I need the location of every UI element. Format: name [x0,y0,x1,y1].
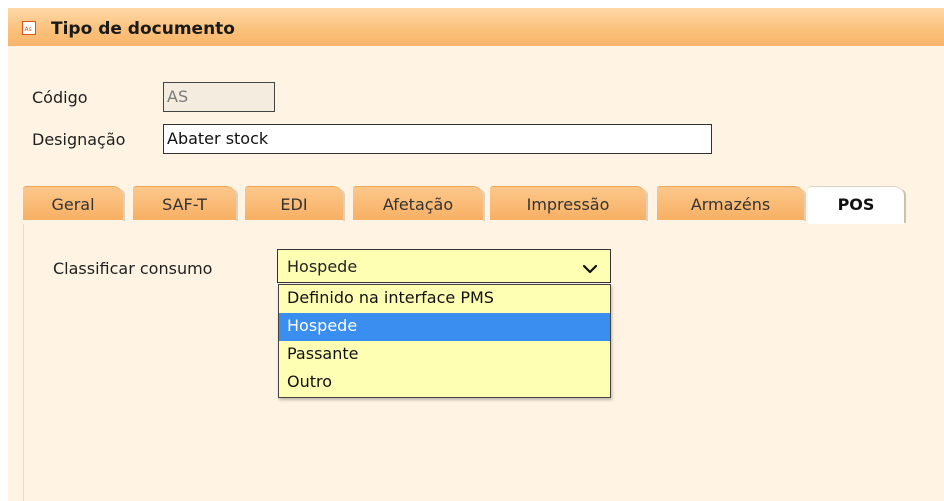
classificar-consumo-label: Classificar consumo [53,259,213,278]
option-hospede[interactable]: Hospede [279,313,610,341]
codigo-label: Código [32,88,88,107]
window-titlebar: As Tipo de documento [8,8,944,46]
designacao-field[interactable]: Abater stock [163,124,712,154]
document-as-icon: As [22,21,36,35]
option-passante[interactable]: Passante [279,341,610,369]
tab-saf-t[interactable]: SAF-T [133,186,238,221]
tab-pos[interactable]: POS [808,186,906,224]
tab-impressao[interactable]: Impressão [490,186,648,221]
select-value: Hospede [287,257,358,276]
svg-text:As: As [25,26,32,33]
tab-geral[interactable]: Geral [23,186,125,221]
classificar-consumo-select[interactable]: Hospede [277,249,611,283]
option-definido-interface-pms[interactable]: Definido na interface PMS [279,285,610,313]
tab-edi[interactable]: EDI [245,186,345,221]
chevron-down-icon [582,260,598,279]
tab-armazens[interactable]: Armazéns [657,186,806,221]
window-title: Tipo de documento [51,19,235,39]
tab-bar: Geral SAF-T EDI Afetação Impressão Armaz… [23,186,923,224]
option-outro[interactable]: Outro [279,369,610,397]
classificar-consumo-dropdown: Definido na interface PMS Hospede Passan… [278,284,611,398]
codigo-field: AS [163,82,275,112]
tab-afetacao[interactable]: Afetação [353,186,485,221]
designacao-label: Designação [32,130,126,149]
